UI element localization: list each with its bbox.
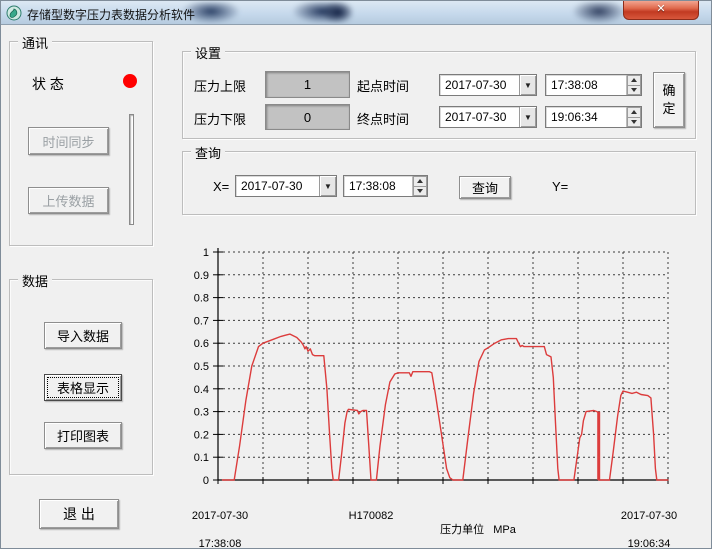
svg-text:0.9: 0.9 xyxy=(194,270,209,282)
start-time-spinner[interactable]: 17:38:08 xyxy=(545,74,642,96)
status-indicator xyxy=(123,74,137,88)
titlebar-glass-artifact xyxy=(323,2,353,23)
svg-text:0.7: 0.7 xyxy=(194,315,209,327)
svg-text:0.1: 0.1 xyxy=(194,452,209,464)
start-time-label: 起点时间 xyxy=(357,79,410,94)
time-sync-button[interactable]: 时间同步 xyxy=(28,127,109,155)
dropdown-arrow-icon[interactable]: ▼ xyxy=(319,176,336,196)
query-button[interactable]: 查询 xyxy=(459,176,511,199)
spinner-up-icon[interactable] xyxy=(627,75,641,86)
svg-text:0.8: 0.8 xyxy=(194,293,209,305)
status-label: 状 态 xyxy=(32,76,64,92)
spinner-down-icon[interactable] xyxy=(627,117,641,127)
print-chart-button[interactable]: 打印图表 xyxy=(44,422,122,449)
pressure-lower-label: 压力下限 xyxy=(194,112,247,127)
pressure-upper-label: 压力上限 xyxy=(194,79,247,94)
chart-start-datetime: 2017-07-30 17:38:08 xyxy=(191,510,249,549)
svg-text:0.5: 0.5 xyxy=(194,361,209,373)
confirm-button[interactable]: 确定 xyxy=(653,72,685,128)
svg-text:0.4: 0.4 xyxy=(194,384,209,396)
spinner-up-icon[interactable] xyxy=(413,176,427,187)
app-icon xyxy=(6,5,22,21)
comm-progress-bar xyxy=(129,114,134,225)
query-date-value: 2017-07-30 xyxy=(241,179,303,193)
query-x-label: X= xyxy=(213,179,230,194)
svg-text:0.2: 0.2 xyxy=(194,429,209,441)
pressure-line-chart: 0 0.1 0.2 0.3 0.4 0.5 0.6 0.7 0.8 0.9 1 xyxy=(194,247,669,486)
table-display-button[interactable]: 表格显示 xyxy=(44,374,122,401)
titlebar-glass-artifact xyxy=(573,2,625,23)
comm-group-title: 通讯 xyxy=(18,33,53,52)
close-button[interactable]: ✕ xyxy=(623,1,699,20)
end-time-label: 终点时间 xyxy=(357,112,410,127)
query-date-combobox[interactable]: 2017-07-30 ▼ xyxy=(235,175,337,197)
start-date-combobox[interactable]: 2017-07-30 ▼ xyxy=(439,74,537,96)
chart-unit: 压力单位 MPa xyxy=(440,524,516,536)
end-date-value: 2017-07-30 xyxy=(445,110,507,124)
settings-group-title: 设置 xyxy=(191,43,226,62)
app-window: 存储型数字压力表数据分析软件 ✕ 通讯 状 态 时间同步 上传数据 设置 压力上… xyxy=(0,0,712,549)
data-group: 数据 导入数据 表格显示 打印图表 xyxy=(9,271,153,475)
import-data-button[interactable]: 导入数据 xyxy=(44,322,122,349)
query-time-value: 17:38:08 xyxy=(349,179,396,193)
data-group-title: 数据 xyxy=(18,271,53,290)
svg-text:1: 1 xyxy=(203,247,209,259)
spinner-down-icon[interactable] xyxy=(627,85,641,95)
query-y-label: Y= xyxy=(552,179,569,194)
titlebar[interactable]: 存储型数字压力表数据分析软件 ✕ xyxy=(1,1,711,25)
settings-group: 设置 压力上限 1 起点时间 2017-07-30 ▼ 17:38:08 压力下… xyxy=(182,43,696,139)
query-time-spinner[interactable]: 17:38:08 xyxy=(343,175,428,197)
svg-text:0: 0 xyxy=(203,475,209,486)
comm-group: 通讯 状 态 时间同步 上传数据 xyxy=(9,33,153,246)
query-group: 查询 X= 2017-07-30 ▼ 17:38:08 查询 Y= xyxy=(182,143,696,215)
dropdown-arrow-icon[interactable]: ▼ xyxy=(519,75,536,95)
spinner-up-icon[interactable] xyxy=(627,107,641,118)
svg-text:0.6: 0.6 xyxy=(194,338,209,350)
chart-end-datetime: 2017-07-30 19:06:34 xyxy=(620,510,678,549)
start-date-value: 2017-07-30 xyxy=(445,78,507,92)
pressure-upper-value: 1 xyxy=(265,71,350,98)
end-date-combobox[interactable]: 2017-07-30 ▼ xyxy=(439,106,537,128)
dropdown-arrow-icon[interactable]: ▼ xyxy=(519,107,536,127)
query-group-title: 查询 xyxy=(191,143,226,162)
window-title: 存储型数字压力表数据分析软件 xyxy=(27,8,196,22)
end-time-spinner[interactable]: 19:06:34 xyxy=(545,106,642,128)
end-time-value: 19:06:34 xyxy=(551,110,598,124)
upload-data-button[interactable]: 上传数据 xyxy=(28,187,109,214)
pressure-lower-value: 0 xyxy=(265,104,350,130)
start-time-value: 17:38:08 xyxy=(551,78,598,92)
exit-button[interactable]: 退 出 xyxy=(39,499,119,529)
spinner-down-icon[interactable] xyxy=(413,186,427,196)
chart-device-id: H170082 xyxy=(348,510,394,522)
svg-text:0.3: 0.3 xyxy=(194,407,209,419)
